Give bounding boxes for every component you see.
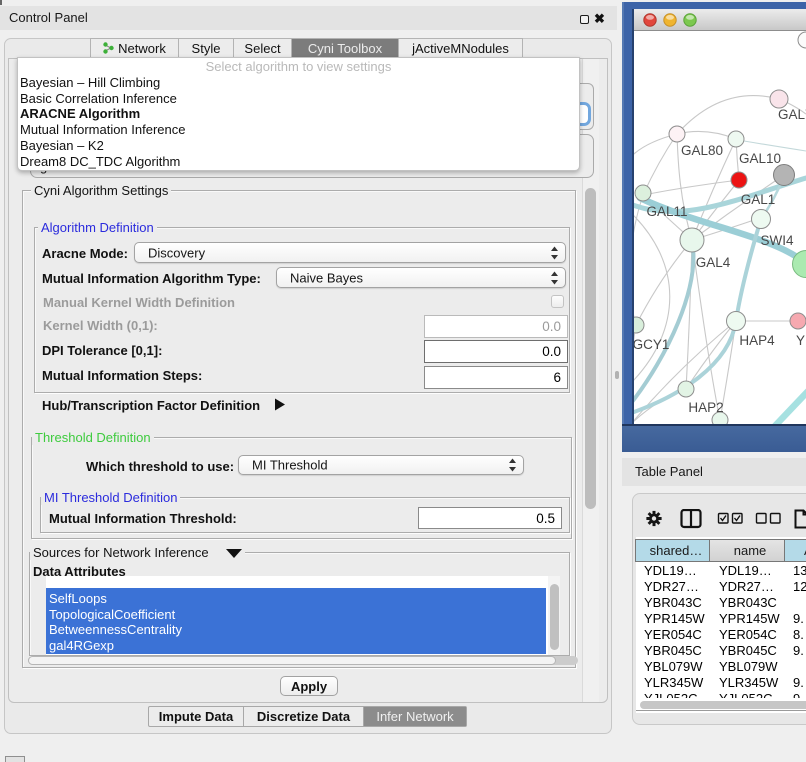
svg-text:HAP2: HAP2 — [688, 400, 723, 415]
svg-text:YM: YM — [796, 333, 806, 348]
svg-text:GCY1: GCY1 — [634, 337, 669, 352]
svg-text:GAL80: GAL80 — [681, 143, 723, 158]
svg-text:GAL1: GAL1 — [741, 192, 776, 207]
svg-text:GAL7: GAL7 — [778, 107, 806, 122]
svg-text:GAL10: GAL10 — [739, 151, 781, 166]
svg-text:GAL11: GAL11 — [646, 204, 687, 219]
svg-text:HAP4: HAP4 — [739, 333, 775, 348]
svg-text:GAL4: GAL4 — [696, 255, 731, 270]
svg-text:SWI4: SWI4 — [760, 233, 793, 248]
